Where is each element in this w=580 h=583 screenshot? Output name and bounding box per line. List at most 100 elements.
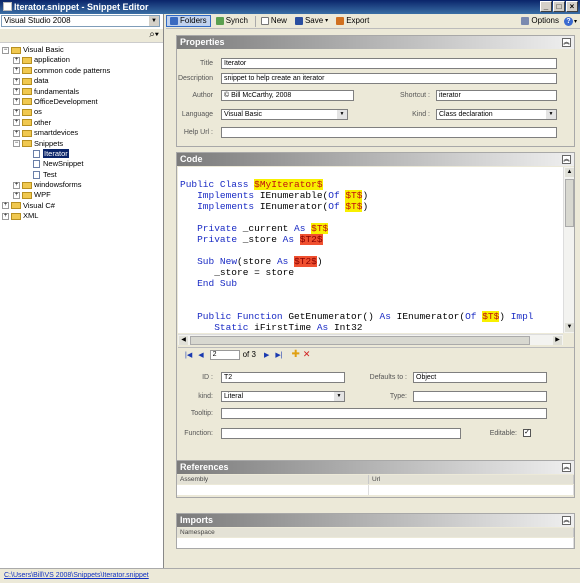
code-horizontal-scrollbar[interactable]: ◀ ▶: [178, 334, 563, 345]
new-button[interactable]: New: [258, 15, 290, 27]
function-field[interactable]: [221, 428, 461, 439]
expand-icon[interactable]: +: [13, 67, 20, 75]
tree-node[interactable]: Iterator: [2, 148, 162, 159]
expand-icon[interactable]: +: [13, 56, 20, 64]
author-field[interactable]: © Bill McCarthy, 2008: [221, 90, 354, 101]
expand-icon[interactable]: +: [13, 129, 20, 137]
namespace-column-header[interactable]: Namespace: [177, 528, 574, 537]
literal-kind-select[interactable]: Literal ▼: [221, 391, 345, 402]
tree-node[interactable]: + application: [2, 55, 162, 65]
expand-icon[interactable]: +: [13, 88, 20, 96]
code-line: _store = store: [180, 267, 295, 278]
status-bar-path[interactable]: C:\Users\Bill\VS 2008\Snippets\Iterator.…: [0, 568, 580, 583]
tree-node[interactable]: + OfficeDevelopment: [2, 97, 162, 107]
collapse-icon[interactable]: −: [2, 46, 9, 54]
collapse-icon[interactable]: ︽: [562, 516, 571, 525]
version-select[interactable]: Visual Studio 2008 ▼: [1, 15, 160, 27]
help-icon[interactable]: ?: [563, 16, 573, 26]
folders-button[interactable]: Folders: [166, 15, 211, 27]
expand-icon[interactable]: +: [13, 191, 20, 199]
collapse-icon[interactable]: ︽: [562, 155, 571, 164]
tree-node[interactable]: NewSnippet: [2, 159, 162, 169]
tree-node[interactable]: + windowsforms: [2, 180, 162, 190]
code-editor[interactable]: Public Class $MyIterator$ Implements IEn…: [178, 167, 563, 333]
tooltip-field[interactable]: [221, 408, 547, 419]
add-record-icon[interactable]: ✚: [292, 349, 300, 360]
references-row[interactable]: [369, 485, 574, 495]
chevron-down-icon[interactable]: ▼: [337, 110, 347, 119]
assembly-column-header[interactable]: Assembly: [177, 475, 369, 484]
delete-record-icon[interactable]: ✕: [303, 349, 311, 360]
expand-icon[interactable]: +: [2, 212, 9, 220]
scroll-thumb[interactable]: [190, 336, 530, 345]
code-line: Sub New(store As $T2$): [197, 256, 323, 267]
description-field[interactable]: snippet to help create an iterator: [221, 73, 557, 84]
expand-icon[interactable]: +: [13, 98, 20, 106]
code-line: Private _store As $T2$: [197, 234, 323, 245]
tree-node-label: data: [34, 76, 49, 86]
next-record-icon[interactable]: ▶: [264, 351, 269, 359]
tree-node[interactable]: + XML: [2, 211, 162, 221]
type-field[interactable]: [413, 391, 547, 402]
chevron-down-icon[interactable]: ▼: [334, 392, 344, 401]
tree-node[interactable]: + os: [2, 107, 162, 117]
kind-select[interactable]: Class declaration ▼: [436, 109, 557, 120]
imports-row[interactable]: [177, 538, 574, 548]
tree-node[interactable]: − Visual Basic: [2, 45, 162, 55]
properties-title: Properties: [180, 37, 225, 47]
title-field[interactable]: Iterator: [221, 58, 557, 69]
save-button[interactable]: Save ▾: [292, 15, 331, 27]
language-label: Language: [181, 111, 213, 118]
options-button[interactable]: Options: [518, 15, 562, 27]
shortcut-label: Shortcut :: [400, 92, 430, 99]
tree-node[interactable]: + Visual C#: [2, 201, 162, 211]
tree-node[interactable]: + smartdevices: [2, 128, 162, 138]
help-url-field[interactable]: [221, 127, 557, 138]
synch-button[interactable]: Synch: [213, 15, 251, 27]
maximize-button[interactable]: □: [553, 1, 565, 12]
scroll-left-icon[interactable]: ◀: [179, 336, 188, 345]
expand-icon[interactable]: +: [13, 108, 20, 116]
tree-node[interactable]: + WPF: [2, 190, 162, 200]
save-dropdown-icon[interactable]: ▾: [325, 15, 328, 27]
url-column-header[interactable]: Url: [369, 475, 574, 484]
chevron-down-icon[interactable]: ▼: [149, 16, 159, 26]
expand-icon[interactable]: +: [13, 181, 20, 189]
tree-node[interactable]: + data: [2, 76, 162, 86]
references-row[interactable]: [177, 485, 369, 495]
expand-icon[interactable]: +: [2, 202, 9, 210]
tree-node[interactable]: − Snippets: [2, 139, 162, 149]
editable-checkbox[interactable]: ✓: [523, 429, 531, 437]
collapse-icon[interactable]: ︽: [562, 38, 571, 47]
previous-record-icon[interactable]: ◀: [198, 351, 203, 359]
collapse-icon[interactable]: −: [13, 140, 20, 148]
tree-node-label: Snippets: [34, 138, 64, 148]
scroll-right-icon[interactable]: ▶: [553, 336, 562, 345]
close-button[interactable]: ×: [566, 1, 578, 12]
literal-id-field[interactable]: T2: [221, 372, 345, 383]
shortcut-field[interactable]: iterator: [436, 90, 557, 101]
code-vertical-scrollbar[interactable]: ▲ ▼: [563, 167, 574, 333]
minimize-button[interactable]: _: [540, 1, 552, 12]
tree-node[interactable]: Test: [2, 170, 162, 180]
tree-node[interactable]: + fundamentals: [2, 87, 162, 97]
new-label: New: [270, 16, 287, 25]
language-select[interactable]: Visual Basic ▼: [221, 109, 348, 120]
search-icon[interactable]: ⌕▾: [149, 29, 159, 40]
first-record-icon[interactable]: |◀: [185, 351, 192, 359]
tree-node[interactable]: + other: [2, 118, 162, 128]
scroll-down-icon[interactable]: ▼: [565, 323, 574, 332]
expand-icon[interactable]: +: [13, 77, 20, 85]
scroll-up-icon[interactable]: ▲: [565, 168, 574, 177]
defaults-to-field[interactable]: Object: [413, 372, 547, 383]
tree-node[interactable]: + common code patterns: [2, 66, 162, 76]
export-button[interactable]: Export: [333, 15, 372, 27]
scroll-thumb[interactable]: [565, 179, 574, 227]
help-dropdown-icon[interactable]: ▾: [574, 18, 577, 25]
last-record-icon[interactable]: ▶|: [275, 351, 282, 359]
collapse-icon[interactable]: ︽: [562, 463, 571, 472]
chevron-down-icon[interactable]: ▼: [546, 110, 556, 119]
expand-icon[interactable]: +: [13, 119, 20, 127]
properties-panel: Properties ︽ Title Iterator Description …: [176, 35, 575, 147]
record-position-input[interactable]: 2: [209, 349, 240, 360]
